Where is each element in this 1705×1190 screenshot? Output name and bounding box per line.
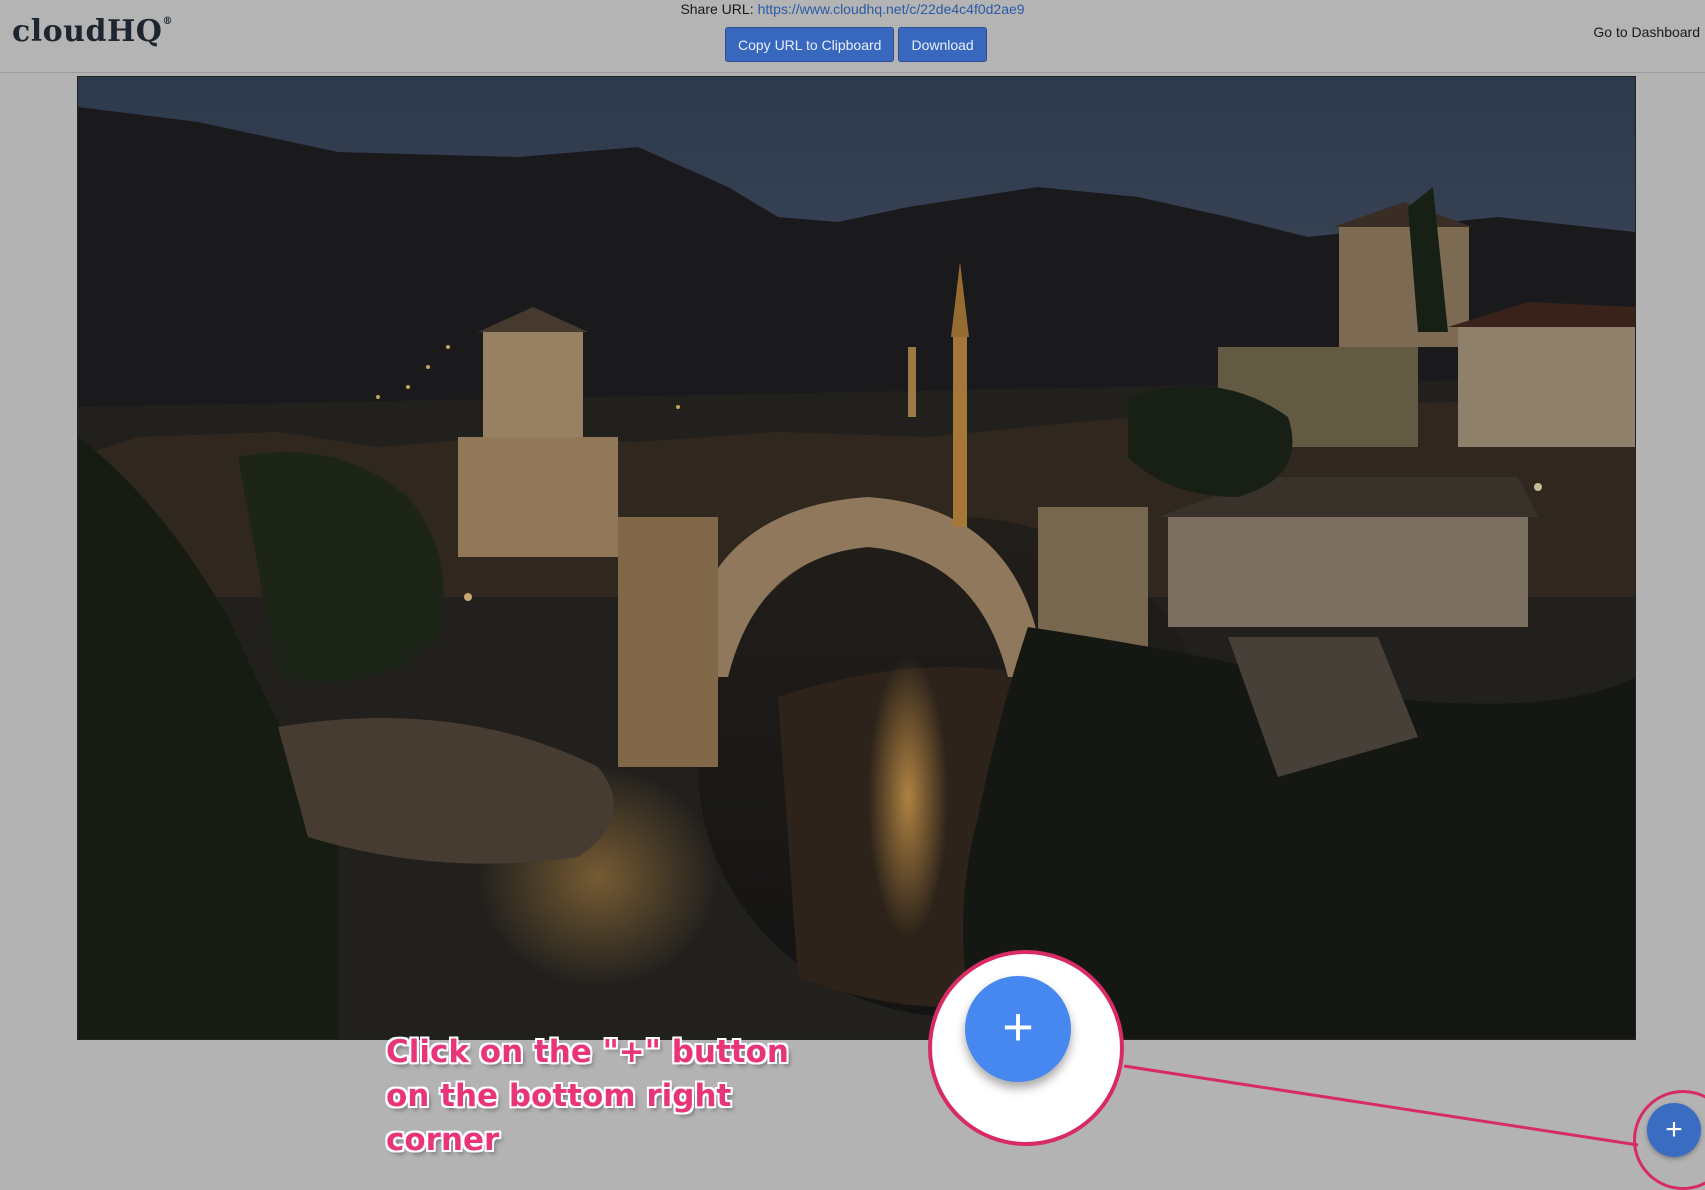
zoom-callout-circle: + xyxy=(928,950,1124,1146)
shared-photo xyxy=(77,76,1636,1040)
share-url-row: Share URL: https://www.cloudhq.net/c/22de… xyxy=(0,1,1705,17)
logo-text: cloudHQ xyxy=(12,14,163,49)
add-plus-button[interactable]: + xyxy=(1647,1103,1701,1157)
cloudhq-logo[interactable]: cloudHQ® xyxy=(12,14,173,49)
share-url-label: Share URL: xyxy=(680,1,754,17)
instruction-callout: Click on the "+" button on the bottom ri… xyxy=(386,1030,846,1162)
mostar-bridge-night-image xyxy=(78,77,1635,1039)
go-to-dashboard-link[interactable]: Go to Dashboard xyxy=(1593,24,1700,40)
instruction-line-1: Click on the "+" button xyxy=(386,1034,789,1070)
copy-url-button[interactable]: Copy URL to Clipboard xyxy=(725,27,895,62)
zoomed-plus-icon: + xyxy=(965,976,1071,1082)
instruction-line-2: on the bottom right xyxy=(386,1078,732,1114)
zoomed-plus-glyph: + xyxy=(1002,997,1034,1057)
instruction-line-3: corner xyxy=(386,1122,500,1158)
download-button[interactable]: Download xyxy=(898,27,987,62)
share-url-link[interactable]: https://www.cloudhq.net/c/22de4c4f0d2ae9 xyxy=(758,1,1025,17)
action-buttons: Copy URL to Clipboard Download xyxy=(725,27,987,62)
logo-mark: ® xyxy=(162,16,173,27)
top-bar: cloudHQ® Share URL: https://www.cloudhq.n… xyxy=(0,0,1705,73)
